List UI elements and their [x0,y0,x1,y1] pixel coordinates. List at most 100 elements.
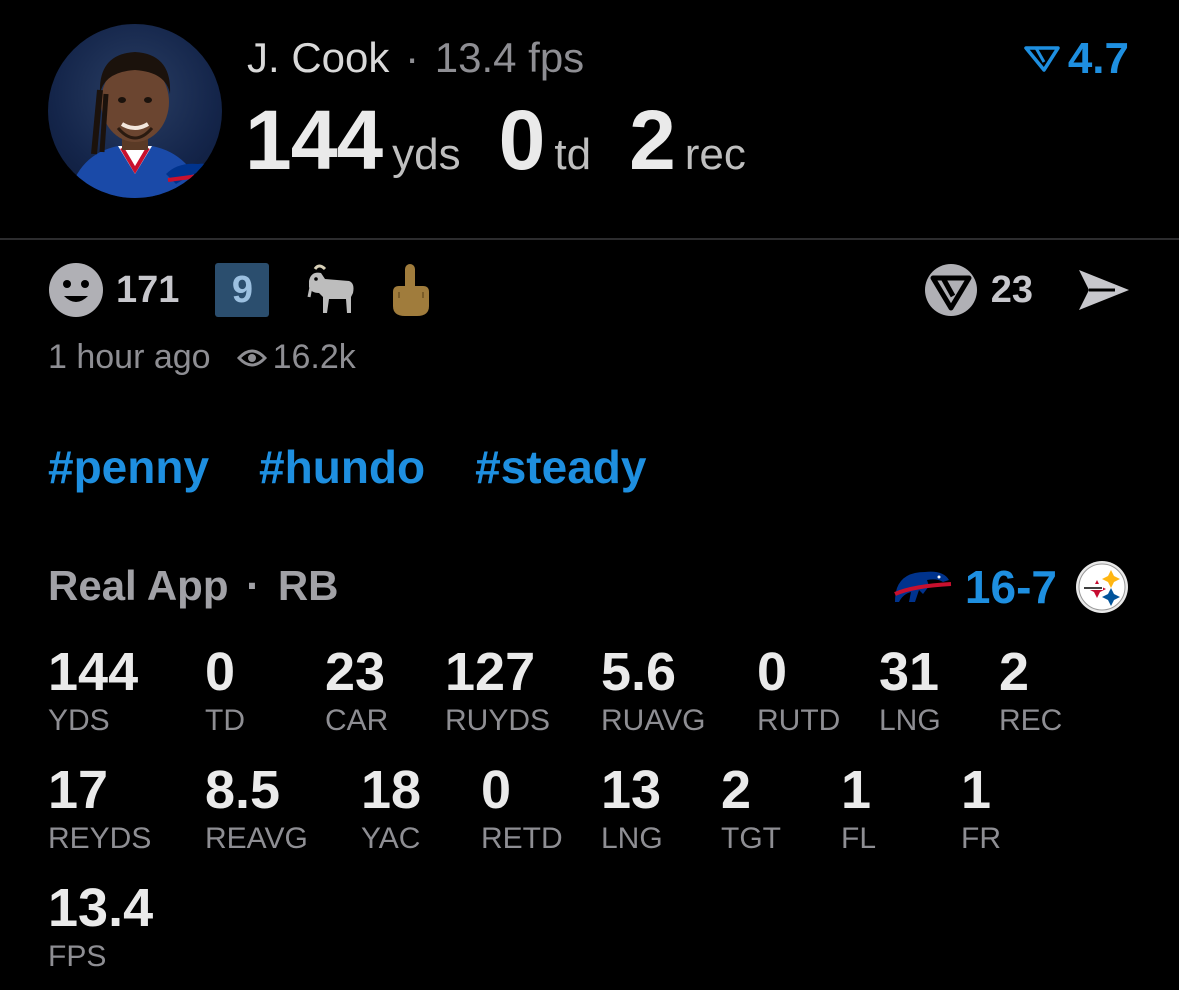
stat-cell: 13 LNG [601,758,663,856]
stat-label: TD [205,704,245,737]
stat-row: 17 REYDS 8.5 REAVG 18 YAC 0 RETD 13 LNG 2 TGT … [48,758,1148,876]
stat-value: 13 [601,760,662,820]
stat-cell: 2 REC [999,640,1062,738]
stat-value: 0 [757,642,788,702]
stat-value: 18 [361,760,422,820]
steelers-score: 7 [1031,561,1057,613]
header-divider [0,238,1179,240]
receptions-unit: rec [684,130,746,179]
touchdowns-unit: td [554,130,592,179]
hashtag-penny[interactable]: #penny [48,440,209,494]
stat-value: 127 [445,642,536,702]
headline-stats: 144 yds 0 td 2 rec [245,92,784,189]
receptions-value: 2 [629,93,676,187]
league-position: Real App · RB [48,562,338,610]
stat-label: RUYDS [445,704,551,737]
stat-label: FR [961,822,1001,855]
post-time: 1 hour ago [48,338,211,376]
stat-label: RUAVG [601,704,706,737]
post-header: J. Cook · 13.4 fps 144 yds 0 td 2 rec 4.… [0,0,1179,240]
stat-label: RETD [481,822,563,855]
stat-label: REAVG [205,822,308,855]
stat-cell: 31 LNG [879,640,941,738]
stat-cell: 144 YDS [48,640,138,738]
send-icon[interactable] [1075,266,1133,314]
stat-value: 2 [721,760,752,820]
player-position: RB [277,562,339,609]
stat-cell: 0 RETD [481,758,563,856]
fantasy-points: 13.4 fps [434,34,585,81]
hashtag-hundo[interactable]: #hundo [259,440,425,494]
stat-cell: 5.6 RUAVG [601,640,705,738]
nine-badge-button[interactable]: 9 [215,263,270,317]
stat-cell: 0 RUTD [757,640,840,738]
bills-score: 16 [964,561,1017,613]
score-dash: - [1016,561,1032,613]
stat-cell: 127 RUYDS [445,640,550,738]
stat-cell: 23 CAR [325,640,388,738]
game-score[interactable]: 16-7 [893,560,1129,614]
stat-value: 2 [999,642,1030,702]
reaction-bar: 171 9 [48,262,433,318]
stat-cell: 0 TD [205,640,245,738]
rating-value: 4.7 [1067,34,1129,83]
stat-value: 31 [879,642,940,702]
views: 16.2k [236,338,356,377]
stat-label: REC [999,704,1063,737]
stat-value: 0 [205,642,236,702]
steelers-logo-icon [1076,561,1128,613]
view-count: 16.2k [272,338,356,376]
stat-value: 1 [841,760,872,820]
stat-cell: 1 FR [961,758,1001,856]
stat-value: 8.5 [205,760,281,820]
name-separator: · [405,34,420,81]
stat-label: YDS [48,704,110,737]
player-name[interactable]: J. Cook [247,34,389,81]
bills-logo-icon [894,571,952,602]
share-area: 23 [923,262,1133,318]
league-separator: · [246,562,261,609]
score-text: 16-7 [965,560,1057,614]
stat-value: 144 [48,642,139,702]
player-name-line: J. Cook · 13.4 fps [247,34,584,82]
hashtag-steady[interactable]: #steady [475,440,646,494]
post-meta: 1 hour ago 16.2k [48,338,356,377]
stat-value: 23 [325,642,386,702]
league-name[interactable]: Real App [48,562,228,609]
stat-cell: 18 YAC [361,758,421,856]
yards-unit: yds [392,130,461,179]
stat-cell: 1 FL [841,758,876,856]
share-count: 23 [990,268,1033,311]
hashtag-list: #penny #hundo #steady [48,440,696,494]
stat-cell: 2 TGT [721,758,781,856]
stat-cell: 17 REYDS [48,758,151,856]
stat-label: LNG [879,704,941,737]
stat-label: CAR [325,704,389,737]
player-photo [68,52,216,198]
stat-label: TGT [721,822,781,855]
stat-label: REYDS [48,822,152,855]
stat-grid: 144 YDS 0 TD 23 CAR 127 RUYDS 5.6 RUAVG 0 RUTD… [48,640,1148,990]
touchdowns-value: 0 [498,93,546,187]
eye-icon [236,349,267,366]
goat-icon[interactable] [301,263,357,317]
smile-count: 171 [116,268,180,311]
stat-label: FPS [48,940,107,973]
yards-value: 144 [245,93,383,187]
stat-label: RUTD [757,704,841,737]
stat-value: 17 [48,760,109,820]
stat-row: 13.4 FPS [48,876,1148,990]
stat-value: 0 [481,760,512,820]
stat-row: 144 YDS 0 TD 23 CAR 127 RUYDS 5.6 RUAVG 0 RUTD… [48,640,1148,758]
stat-value: 1 [961,760,992,820]
middle-finger-icon[interactable] [387,262,433,318]
stat-value: 5.6 [601,642,677,702]
nine-badge-label: 9 [231,268,253,311]
stat-cell: 8.5 REAVG [205,758,308,856]
stat-label: YAC [361,822,421,855]
smile-icon[interactable] [48,262,104,318]
stat-cell: 13.4 FPS [48,876,153,974]
v-logo-icon[interactable] [923,262,979,318]
rating-badge[interactable]: 4.7 [1024,34,1129,84]
player-avatar[interactable] [48,24,222,198]
